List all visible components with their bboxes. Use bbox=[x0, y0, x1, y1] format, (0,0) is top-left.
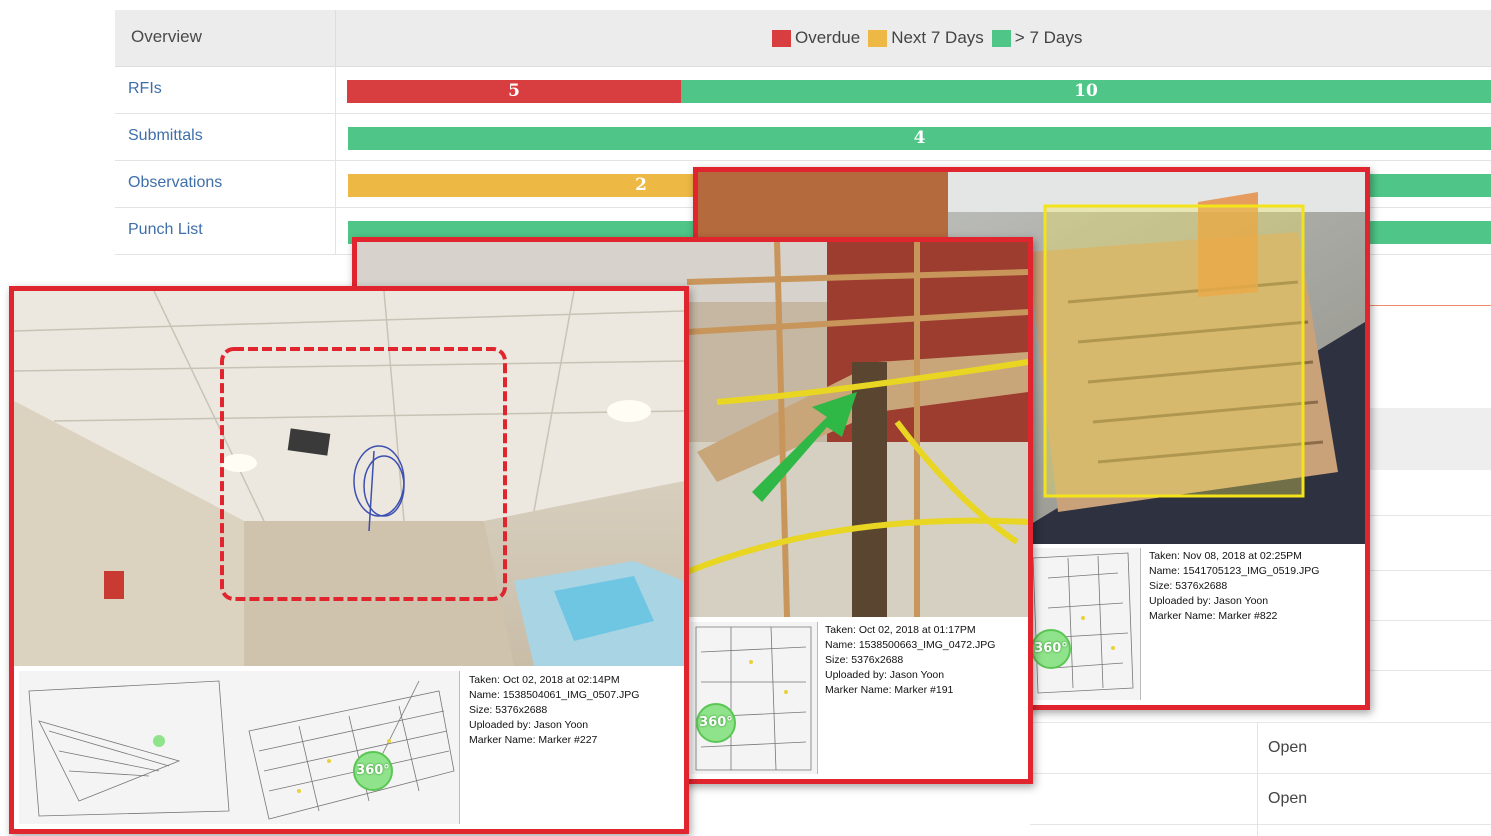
column-divider bbox=[1257, 722, 1258, 836]
row-divider bbox=[335, 67, 336, 113]
table-row-line bbox=[1360, 620, 1491, 621]
photo-taken: Taken: Nov 08, 2018 at 02:25PM bbox=[1149, 550, 1302, 562]
legend-overdue-label: Overdue bbox=[795, 28, 861, 47]
photo-size: Size: 5376x2688 bbox=[469, 704, 548, 716]
status-cell[interactable]: Open bbox=[1268, 790, 1307, 808]
table-row-line bbox=[1360, 515, 1491, 516]
floor-plan-image bbox=[1032, 552, 1134, 694]
photo-name: Name: 1541705123_IMG_0519.JPG bbox=[1149, 565, 1320, 577]
legend-later: > 7 Days bbox=[991, 28, 1083, 48]
photo-name: Name: 1538500663_IMG_0472.JPG bbox=[825, 639, 996, 651]
overview-title: Overview bbox=[131, 27, 202, 46]
row-divider bbox=[335, 208, 336, 254]
next-7-days-swatch bbox=[868, 29, 888, 47]
photo-marker: Marker Name: Marker #191 bbox=[825, 684, 954, 696]
row-divider bbox=[335, 114, 336, 160]
legend-overdue: Overdue bbox=[772, 28, 860, 48]
360-view-icon[interactable]: 360° bbox=[353, 751, 393, 791]
photo-taken: Taken: Oct 02, 2018 at 02:14PM bbox=[469, 674, 620, 686]
rfis-overdue-bar[interactable]: 5 bbox=[347, 80, 681, 103]
photo-name: Name: 1538504061_IMG_0507.JPG bbox=[469, 689, 640, 701]
table-row-line bbox=[1030, 722, 1491, 723]
table-row-line bbox=[1030, 773, 1491, 774]
table-row-line bbox=[1360, 570, 1491, 571]
floor-plan-thumbnail[interactable] bbox=[691, 622, 818, 774]
photo-info-1: Taken: Oct 02, 2018 at 02:14PM Name: 153… bbox=[469, 673, 639, 748]
photo-uploaded-by: Uploaded by: Jason Yoon bbox=[1149, 595, 1269, 607]
row-label-rfis[interactable]: RFIs bbox=[128, 80, 162, 98]
submittals-later-bar[interactable]: 4 bbox=[348, 127, 1491, 150]
floor-plan-thumbnail[interactable] bbox=[239, 671, 460, 824]
row-rfis[interactable]: RFIs 5 10 bbox=[115, 67, 1491, 114]
360-view-icon[interactable]: 360° bbox=[1031, 629, 1071, 669]
photo-size: Size: 5376x2688 bbox=[1149, 580, 1228, 592]
photo-uploaded-by: Uploaded by: Jason Yoon bbox=[825, 669, 945, 681]
floor-plan-image bbox=[248, 680, 455, 820]
row-submittals[interactable]: Submittals 4 bbox=[115, 114, 1491, 161]
photo-marker: Marker Name: Marker #822 bbox=[1149, 610, 1278, 622]
header-divider bbox=[335, 10, 336, 66]
photo-info-2: Taken: Oct 02, 2018 at 01:17PM Name: 153… bbox=[825, 623, 995, 698]
rfis-later-bar[interactable]: 10 bbox=[681, 80, 1491, 103]
table-header-fragment bbox=[1360, 408, 1491, 470]
photo-uploaded-by: Uploaded by: Jason Yoon bbox=[469, 719, 589, 731]
360-view-icon[interactable]: 360° bbox=[696, 703, 736, 743]
site-plan-thumbnail[interactable] bbox=[19, 671, 240, 824]
ceiling-photo-image bbox=[14, 291, 684, 666]
later-swatch bbox=[991, 29, 1011, 47]
photo-card-1[interactable]: 360° Taken: Oct 02, 2018 at 02:14PM Name… bbox=[9, 286, 689, 834]
overdue-swatch bbox=[772, 29, 791, 47]
row-label-observations[interactable]: Observations bbox=[128, 174, 222, 192]
site-plan-image bbox=[28, 680, 230, 817]
row-label-submittals[interactable]: Submittals bbox=[128, 127, 203, 145]
status-cell[interactable]: Open bbox=[1268, 739, 1307, 757]
table-row-line bbox=[1360, 670, 1491, 671]
legend-next-7-days-label: Next 7 Days bbox=[891, 28, 984, 47]
photo-taken: Taken: Oct 02, 2018 at 01:17PM bbox=[825, 624, 976, 636]
photo-ceiling[interactable] bbox=[14, 291, 684, 666]
floor-plan-image bbox=[695, 626, 812, 771]
row-label-punch-list[interactable]: Punch List bbox=[128, 221, 203, 239]
legend: Overdue Next 7 Days > 7 Days bbox=[772, 28, 1090, 48]
legend-later-label: > 7 Days bbox=[1014, 28, 1083, 47]
photo-info-3: Taken: Nov 08, 2018 at 02:25PM Name: 154… bbox=[1149, 549, 1319, 624]
legend-next-7-days: Next 7 Days bbox=[868, 28, 984, 48]
overview-header: Overview Overdue Next 7 Days > 7 Days bbox=[115, 10, 1491, 67]
table-row-line bbox=[1030, 824, 1491, 825]
photo-marker: Marker Name: Marker #227 bbox=[469, 734, 598, 746]
row-divider bbox=[335, 161, 336, 207]
floor-plan-thumbnail[interactable] bbox=[1028, 548, 1141, 700]
photo-size: Size: 5376x2688 bbox=[825, 654, 904, 666]
